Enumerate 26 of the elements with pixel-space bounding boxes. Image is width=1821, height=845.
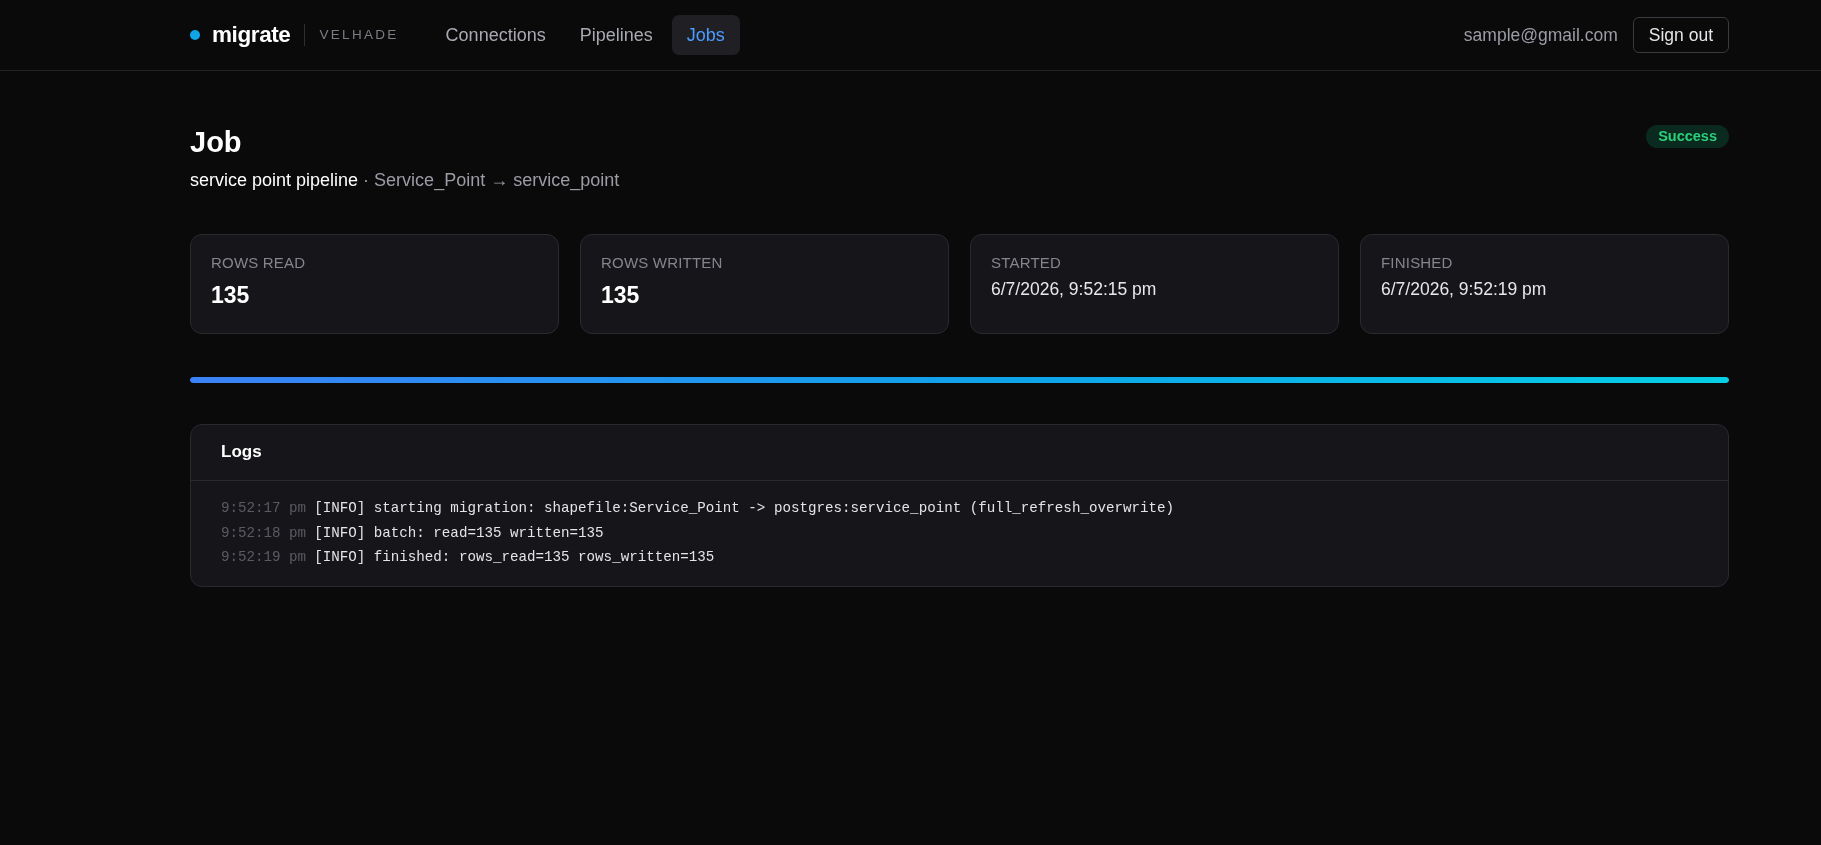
nav-tab[interactable]: Pipelines	[564, 15, 668, 55]
status-badge: Success	[1646, 125, 1729, 148]
stat-value: 6/7/2026, 9:52:19 pm	[1381, 278, 1548, 301]
user-email: sample@gmail.com	[1463, 23, 1618, 47]
stat-value: 6/7/2026, 9:52:15 pm	[991, 278, 1158, 301]
stat-value: 135	[601, 281, 641, 310]
stat-value: 135	[211, 281, 251, 310]
log-message: [INFO] batch: read=135 written=135	[314, 524, 604, 541]
page-title: Job	[190, 125, 243, 160]
sign-out-button[interactable]: Sign out	[1632, 17, 1729, 53]
log-timestamp: 9:52:17 pm	[221, 500, 307, 516]
brand-name: migrate	[212, 21, 291, 50]
log-message: [INFO] starting migration: shapefile:Service_Point -> postgres:service_point (full_refresh_overwrite)	[314, 500, 1175, 516]
log-message: [INFO] finished: rows_read=135 rows_written=135	[314, 549, 715, 565]
nav-tab[interactable]: Jobs	[671, 15, 740, 55]
organization-name: VELHADE	[319, 25, 399, 44]
job-subtitle: service point pipeline · Service_Point → service_point	[190, 169, 620, 192]
stat-label: ROWS READ	[211, 253, 307, 273]
stat-label: STARTED	[991, 253, 1063, 273]
logo-dot-icon	[190, 30, 200, 40]
nav-tab[interactable]: Connections	[430, 15, 561, 55]
stat-label: FINISHED	[1381, 253, 1454, 273]
log-timestamp: 9:52:18 pm	[221, 524, 307, 541]
log-timestamp: 9:52:19 pm	[221, 549, 307, 565]
logs-title: Logs	[221, 442, 262, 463]
stat-label: ROWS WRITTEN	[601, 253, 724, 273]
